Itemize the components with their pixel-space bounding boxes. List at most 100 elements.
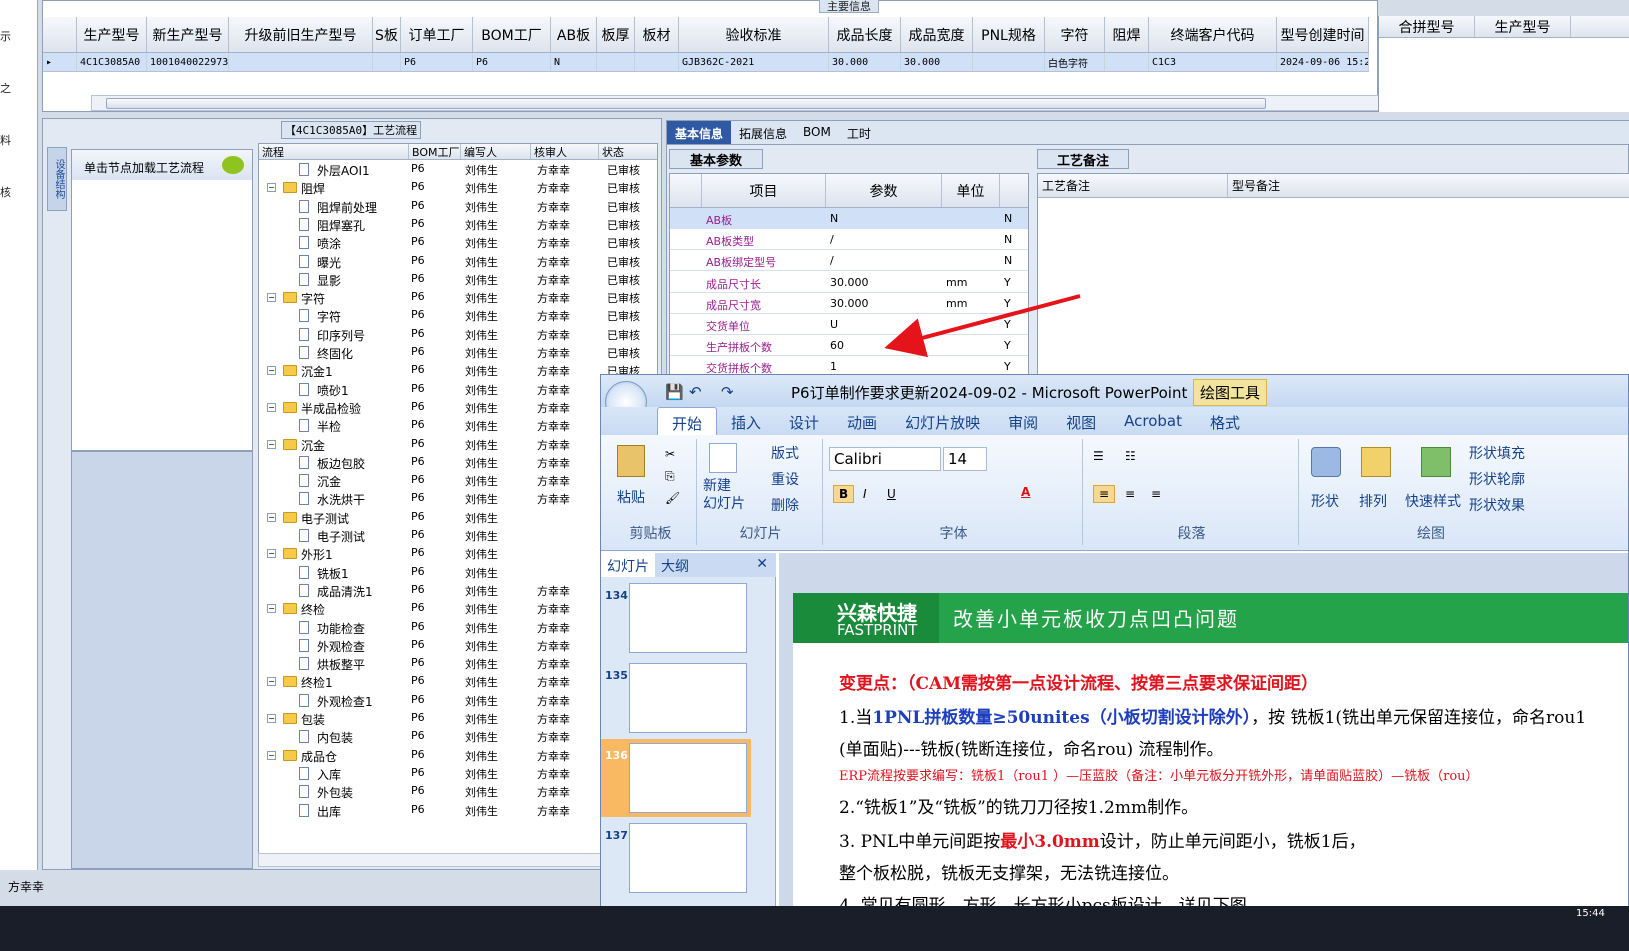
tree-row[interactable]: 阻焊塞孔 P6 刘伟生 方幸幸 已审核 — [259, 215, 657, 233]
ribbon-tab[interactable]: 审阅 — [994, 407, 1052, 435]
column-header[interactable]: 阻焊 — [1105, 17, 1149, 52]
redo-icon[interactable]: ↷ — [721, 383, 734, 401]
ribbon-tab[interactable]: 幻灯片放映 — [891, 407, 994, 435]
tree-row[interactable]: 烘板整平 P6 刘伟生 方幸幸 — [259, 654, 657, 672]
tab-extended-info[interactable]: 拓展信息 — [731, 121, 795, 144]
tree-row[interactable]: 沉金P6刘伟生方幸幸已审核 — [259, 471, 657, 489]
tree-row[interactable]: 喷砂1P6刘伟生方幸幸已审核 — [259, 380, 657, 398]
column-header[interactable]: 板厚 — [597, 17, 635, 52]
table-cell[interactable] — [597, 53, 635, 71]
tab-bom[interactable]: BOM — [795, 121, 839, 144]
ribbon-tab[interactable]: 插入 — [717, 407, 775, 435]
merge-model-header[interactable]: 合拼型号 — [1379, 16, 1475, 37]
tree-row[interactable]: − 外形1 P6 刘伟生 — [259, 544, 657, 562]
tree-row[interactable]: 出库 P6 刘伟生 方幸幸 — [259, 801, 657, 819]
tree-row[interactable]: 铣板1 P6 刘伟生 — [259, 563, 657, 581]
tree-column-header[interactable]: 流程 — [259, 144, 409, 159]
tree-row[interactable]: − 终检1 P6 刘伟生 方幸幸 — [259, 672, 657, 690]
close-pane-icon[interactable]: ✕ — [748, 553, 776, 577]
new-slide-button[interactable]: 新建 幻灯片 — [703, 477, 745, 513]
font-name-select[interactable]: Calibri — [829, 447, 941, 471]
tree-row[interactable]: − 阻焊 P6 刘伟生 方幸幸 已审核 — [259, 178, 657, 196]
row-selector-header[interactable] — [43, 17, 77, 52]
nav-label[interactable]: 示 — [0, 28, 11, 44]
tree-column-header[interactable]: BOM工厂 — [409, 144, 461, 159]
collapse-toggle-icon[interactable]: − — [267, 512, 276, 522]
tree-row[interactable]: − 沉金1 P6 刘伟生 方幸幸 已审核 — [259, 361, 657, 379]
table-cell[interactable] — [973, 53, 1045, 71]
process-tab[interactable]: 【4C1C3085A0】工艺流程 — [281, 121, 421, 139]
ribbon-tab[interactable]: 视图 — [1052, 407, 1110, 435]
save-icon[interactable]: 💾 — [665, 383, 684, 401]
column-header[interactable]: 升级前旧生产型号 — [229, 17, 373, 52]
tree-row[interactable]: 曝光 P6 刘伟生 方幸幸 已审核 — [259, 252, 657, 270]
column-header[interactable]: 终端客户代码 — [1149, 17, 1277, 52]
table-cell[interactable]: 30.000 — [901, 53, 973, 71]
drawing-tools-context[interactable]: 绘图工具 — [1193, 379, 1268, 406]
param-row[interactable]: 成品尺寸宽 30.000 mm Y — [670, 293, 1028, 314]
table-cell[interactable]: GJB362C-2021 — [679, 53, 829, 71]
collapse-toggle-icon[interactable]: − — [267, 183, 276, 193]
slide-canvas[interactable]: 兴森快捷 FASTPRINT 改善小单元板收刀点凹凸问题 变更点：（CAM需按第… — [793, 593, 1628, 950]
column-header[interactable]: S板 — [373, 17, 401, 52]
side-tab-equipment[interactable]: 设备结构 — [47, 147, 67, 211]
align-center-icon[interactable]: ≡ — [1125, 487, 1135, 501]
tab-work-hours[interactable]: 工时 — [839, 121, 879, 144]
nav-label[interactable]: 核 — [0, 184, 11, 200]
shapes-button[interactable]: 形状 — [1311, 491, 1339, 511]
bullets-icon[interactable]: ☰ — [1093, 449, 1104, 463]
collapse-toggle-icon[interactable]: − — [267, 714, 276, 723]
craft-note-header[interactable]: 工艺备注 — [1038, 174, 1228, 197]
column-header[interactable]: AB板 — [551, 17, 597, 52]
table-cell[interactable]: 4C1C3085A0 — [77, 53, 147, 71]
tree-column-header[interactable]: 核审人 — [531, 144, 599, 159]
collapse-toggle-icon[interactable]: − — [267, 604, 276, 614]
italic-icon[interactable]: I — [863, 487, 867, 501]
table-cell[interactable]: 30.000 — [829, 53, 901, 71]
paste-icon[interactable] — [617, 445, 645, 477]
craft-notes-tab[interactable]: 工艺备注 — [1037, 149, 1129, 169]
column-header[interactable]: 板材 — [635, 17, 679, 52]
column-header[interactable]: 生产型号 — [77, 17, 147, 52]
param-row[interactable]: AB板绑定型号 / N — [670, 250, 1028, 272]
collapse-toggle-icon[interactable]: − — [267, 366, 276, 376]
slide-thumbnail[interactable] — [629, 583, 747, 653]
param-row[interactable]: AB板 N N — [670, 208, 1028, 229]
tree-row[interactable]: 字符 P6 刘伟生 方幸幸 已审核 — [259, 306, 657, 324]
nav-label[interactable]: 料 — [0, 132, 11, 148]
collapse-toggle-icon[interactable]: − — [267, 402, 276, 412]
table-cell[interactable]: 10010400229730 — [147, 53, 229, 71]
collapse-toggle-icon[interactable]: − — [267, 750, 276, 760]
table-cell[interactable] — [373, 53, 401, 71]
delete-button[interactable]: 删除 — [771, 495, 799, 515]
arrange-button[interactable]: 排列 — [1359, 491, 1387, 511]
copy-icon[interactable]: ⎘ — [665, 469, 675, 484]
tree-row[interactable]: 功能检查 P6 刘伟生 方幸幸 — [259, 618, 657, 636]
numbering-icon[interactable]: ☷ — [1125, 449, 1136, 463]
ribbon-tab[interactable]: 开始 — [657, 407, 718, 435]
reset-button[interactable]: 重设 — [771, 469, 799, 489]
tree-row[interactable]: 显影 P6 刘伟生 方幸幸 已审核 — [259, 270, 657, 288]
paste-button[interactable]: 粘贴 — [617, 487, 645, 507]
tree-row[interactable]: 外观检查1 P6 刘伟生 方幸幸 — [259, 691, 657, 709]
shape-effects-button[interactable]: 形状效果 — [1469, 495, 1525, 515]
shape-fill-button[interactable]: 形状填充 — [1469, 443, 1525, 463]
tree-row[interactable]: 成品清洗1 P6 刘伟生 方幸幸 — [259, 581, 657, 599]
column-header[interactable]: 成品长度 — [829, 17, 901, 52]
column-header[interactable]: BOM工厂 — [473, 17, 551, 52]
column-header[interactable]: 成品宽度 — [901, 17, 973, 52]
font-color-icon[interactable]: A — [1021, 485, 1030, 499]
table-cell[interactable]: N — [551, 53, 597, 71]
underline-icon[interactable]: U — [887, 487, 896, 501]
horizontal-scrollbar[interactable] — [91, 95, 1415, 111]
tree-horizontal-scrollbar[interactable] — [258, 853, 658, 867]
param-row[interactable]: 交货单位 U Y — [670, 314, 1028, 335]
tree-row[interactable]: 印序列号 P6 刘伟生 方幸幸 已审核 — [259, 325, 657, 343]
slide-thumbnail[interactable] — [629, 663, 747, 733]
model-note-header[interactable]: 型号备注 — [1228, 174, 1629, 197]
quick-styles-button[interactable]: 快速样式 — [1405, 491, 1461, 511]
slide-thumbnail[interactable] — [629, 823, 747, 893]
param-row[interactable]: AB板类型 / N — [670, 229, 1028, 251]
column-header[interactable]: 新生产型号 — [147, 17, 229, 52]
tree-row[interactable]: 内包装 P6 刘伟生 方幸幸 — [259, 727, 657, 745]
